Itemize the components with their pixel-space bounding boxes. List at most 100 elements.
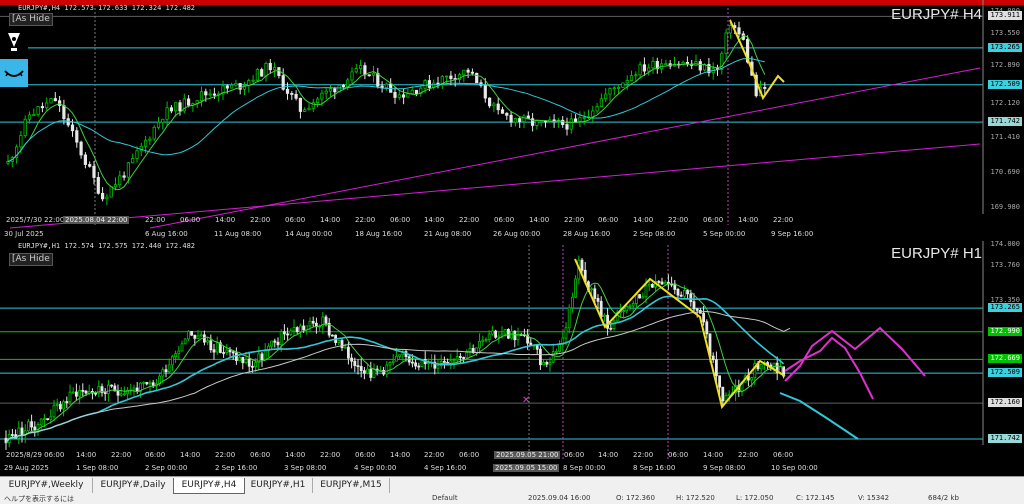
- candle-body: [174, 102, 178, 112]
- tab-weekly[interactable]: EURJPY#,Weekly: [0, 478, 93, 493]
- candle-body: [635, 294, 638, 304]
- candle-body: [621, 82, 625, 88]
- status-help-text: ヘルプを表示するには: [4, 495, 74, 503]
- candle-body: [340, 340, 344, 349]
- h4-as-hide-toggle[interactable]: [As Hide: [9, 13, 53, 26]
- candle-body: [638, 294, 641, 299]
- candle-body: [58, 100, 62, 106]
- h1-as-hide-toggle[interactable]: [As Hide: [9, 253, 53, 266]
- candle-body: [285, 88, 290, 94]
- price-label: 173.550: [990, 28, 1020, 37]
- candle-body: [631, 303, 635, 307]
- session-time-label: 22:00: [773, 216, 794, 224]
- candle-body: [276, 341, 280, 346]
- session-time-label: 22:00: [145, 216, 166, 224]
- time-axis-label: 21 Aug 08:00: [424, 230, 472, 238]
- tab-h1[interactable]: EURJPY#,H1: [244, 478, 313, 493]
- candle-body: [574, 278, 577, 298]
- candle-body: [436, 365, 440, 369]
- session-time-label: 14:00: [529, 216, 550, 224]
- zigzag-line: [574, 258, 786, 410]
- h1-chart-panel[interactable]: ✕ EURJPY#,H1 172.574 172.575 172.440 172…: [0, 240, 1024, 476]
- session-time-label: 06:00: [180, 216, 201, 224]
- candle-body: [234, 352, 238, 361]
- h4-chart-canvas[interactable]: [0, 0, 1024, 241]
- candle-body: [103, 392, 107, 394]
- candle-body: [260, 353, 264, 361]
- pen-tool-icon[interactable]: [0, 29, 28, 55]
- session-time-label: 22:00: [738, 451, 759, 459]
- candle-body: [641, 296, 645, 299]
- candle-body: [647, 283, 651, 287]
- status-profile: Default: [432, 494, 458, 502]
- candle-body: [70, 124, 75, 132]
- candle-body: [320, 92, 324, 100]
- session-time-label: 14:00: [180, 451, 201, 459]
- candle-body: [500, 109, 505, 114]
- candle-body: [241, 357, 245, 364]
- candle-body: [303, 109, 307, 112]
- status-bar: ヘルプを表示するには Default 2025.09.04 16:00 O: 1…: [0, 494, 1024, 504]
- candle-body: [376, 72, 380, 87]
- candle-body: [62, 401, 65, 410]
- candle-body: [286, 333, 290, 336]
- candle-body: [52, 405, 56, 418]
- candle-body: [49, 416, 53, 420]
- candle-body: [350, 71, 354, 81]
- candle-body: [39, 418, 43, 426]
- candle-body: [622, 310, 625, 313]
- candle-body: [728, 25, 733, 34]
- price-label: 173.760: [990, 260, 1020, 269]
- candle-body: [692, 301, 696, 310]
- candle-body: [131, 158, 135, 164]
- candle-body: [307, 107, 311, 111]
- candle-body: [522, 115, 526, 122]
- candle-body: [617, 87, 621, 89]
- tab-daily[interactable]: EURJPY#,Daily: [93, 478, 174, 493]
- tab-h4[interactable]: EURJPY#,H4: [173, 478, 245, 494]
- candle-body: [178, 102, 182, 112]
- candle-body: [462, 357, 466, 359]
- time-axis-label: 5 Sep 00:00: [703, 230, 746, 238]
- price-label: 173.911: [988, 11, 1022, 21]
- candle-body: [139, 145, 143, 152]
- curve-tool-icon[interactable]: [0, 59, 28, 87]
- candle-body: [94, 392, 97, 395]
- candle-body: [545, 362, 549, 365]
- session-time-label: 22:00: [633, 451, 654, 459]
- candle-body: [234, 83, 238, 86]
- candle-body: [414, 362, 418, 367]
- candle-body: [113, 184, 118, 188]
- candle-body: [53, 98, 57, 102]
- candle-body: [225, 85, 229, 89]
- candle-body: [593, 288, 597, 299]
- candle-body: [292, 327, 296, 332]
- candle-body: [542, 362, 545, 366]
- candle-body: [116, 390, 120, 396]
- session-time-label: 06:00: [668, 451, 689, 459]
- candle-body: [79, 141, 83, 156]
- candle-body: [705, 321, 709, 335]
- candle-body: [295, 327, 299, 333]
- candle-body: [68, 391, 72, 403]
- h4-chart-panel[interactable]: EURJPY#,H4 172.573 172.633 172.324 172.4…: [0, 0, 1024, 241]
- candle-body: [689, 293, 693, 303]
- candle-body: [750, 377, 753, 381]
- candle-body: [628, 305, 632, 308]
- candle-body: [294, 93, 298, 99]
- candle-body: [535, 344, 539, 350]
- candle-body: [36, 106, 40, 115]
- status-low: L: 172.050: [736, 494, 774, 502]
- session-time-label: 06:00: [390, 216, 411, 224]
- candle-body: [302, 325, 306, 331]
- candle-body: [273, 340, 277, 343]
- candle-body: [231, 351, 235, 354]
- tab-m15[interactable]: EURJPY#,M15: [313, 478, 390, 493]
- candle-body: [290, 93, 294, 95]
- time-axis-label: 2025.09.05 15:00: [493, 464, 560, 472]
- h1-chart-canvas[interactable]: ✕: [0, 241, 1024, 476]
- candle-body: [26, 421, 30, 432]
- candle-body: [324, 90, 328, 94]
- price-label: 172.669: [988, 354, 1022, 364]
- status-high: H: 172.520: [676, 494, 715, 502]
